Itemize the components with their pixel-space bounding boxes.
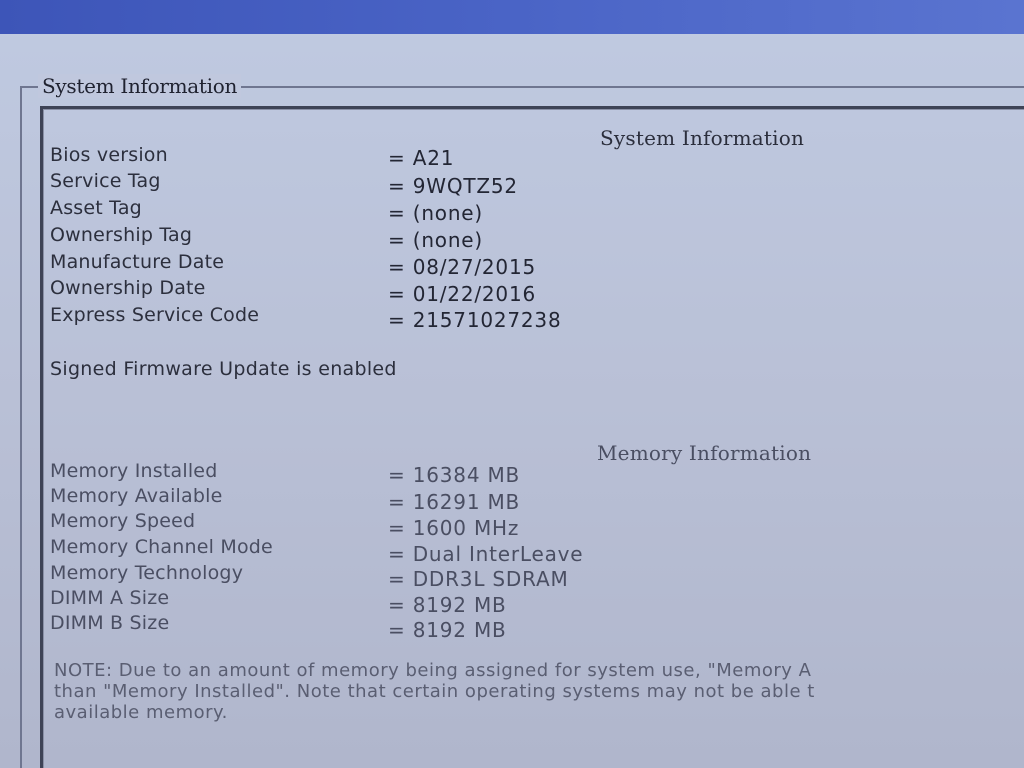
express-service-code-label: Express Service Code (50, 304, 260, 326)
firmware-update-status: Signed Firmware Update is enabled (50, 358, 397, 380)
memory-installed-label: Memory Installed (50, 460, 218, 482)
dimm-b-size-value: = 8192 MB (388, 618, 507, 642)
note-line: NOTE: Due to an amount of memory being a… (54, 660, 812, 681)
service-tag-label: Service Tag (50, 170, 161, 192)
bios-version-label: Bios version (50, 144, 168, 166)
note-line: available memory. (54, 702, 228, 723)
memory-installed-value: = 16384 MB (388, 463, 521, 487)
group-title: System Information (38, 74, 242, 98)
memory-channel-mode-label: Memory Channel Mode (50, 536, 273, 558)
asset-tag-value: = (none) (388, 201, 484, 225)
memory-available-value: = 16291 MB (388, 490, 521, 514)
bios-version-value: = A21 (388, 146, 455, 170)
ownership-tag-value: = (none) (388, 228, 484, 252)
window-top-bar (0, 0, 1024, 34)
system-info-heading: System Information (600, 126, 805, 150)
dimm-a-size-value: = 8192 MB (388, 593, 507, 617)
memory-speed-value: = 1600 MHz (388, 516, 520, 540)
express-service-code-value: = 21571027238 (388, 308, 562, 332)
dimm-b-size-label: DIMM B Size (50, 612, 170, 634)
ownership-tag-label: Ownership Tag (50, 224, 193, 246)
memory-info-heading: Memory Information (597, 441, 812, 465)
memory-speed-label: Memory Speed (50, 510, 196, 532)
memory-available-label: Memory Available (50, 485, 223, 507)
memory-channel-mode-value: = Dual InterLeave (388, 542, 584, 566)
manufacture-date-label: Manufacture Date (50, 251, 225, 273)
dimm-a-size-label: DIMM A Size (50, 587, 170, 609)
manufacture-date-value: = 08/27/2015 (388, 255, 536, 279)
memory-technology-label: Memory Technology (50, 562, 244, 584)
note-line: than "Memory Installed". Note that certa… (54, 681, 815, 702)
asset-tag-label: Asset Tag (50, 197, 142, 219)
memory-note: NOTE: Due to an amount of memory being a… (54, 660, 1024, 723)
ownership-date-label: Ownership Date (50, 277, 206, 299)
service-tag-value: = 9WQTZ52 (388, 174, 518, 198)
ownership-date-value: = 01/22/2016 (388, 282, 536, 306)
memory-technology-value: = DDR3L SDRAM (388, 567, 569, 591)
